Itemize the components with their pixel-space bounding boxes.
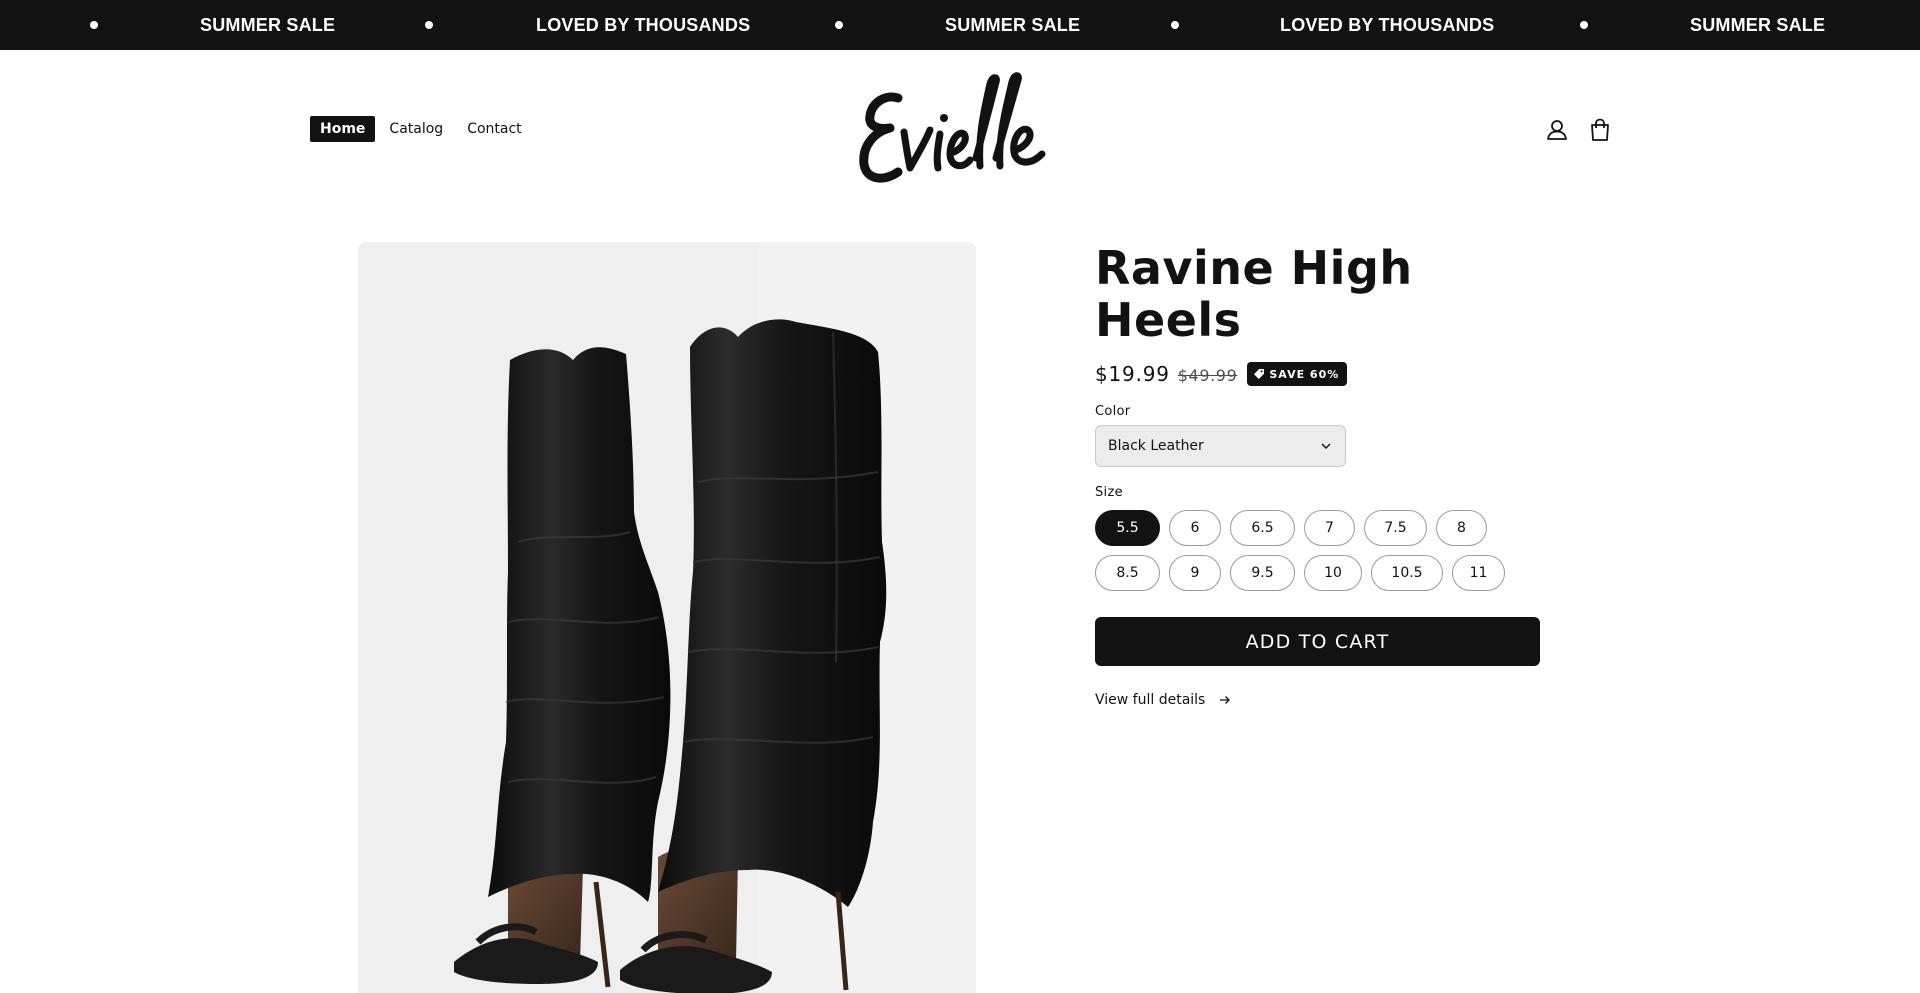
size-option[interactable]: 6.5: [1230, 510, 1295, 546]
bullet-icon: [1580, 21, 1588, 29]
sale-badge: SAVE 60%: [1247, 362, 1348, 386]
product-info: Ravine High Heels $19.99 $49.99 SAVE 60%…: [1095, 242, 1545, 708]
size-option[interactable]: 10.5: [1371, 555, 1443, 591]
tag-icon: [1254, 369, 1265, 379]
bullet-icon: [835, 21, 843, 29]
arrow-right-icon: [1220, 696, 1231, 704]
main-nav: Home Catalog Contact: [310, 116, 536, 142]
boots-illustration: [358, 242, 976, 993]
size-option[interactable]: 6: [1169, 510, 1221, 546]
nav-link-catalog[interactable]: Catalog: [379, 116, 453, 142]
regular-price: $49.99: [1177, 366, 1238, 385]
product-image[interactable]: [358, 242, 976, 993]
site-header: Home Catalog Contact: [0, 50, 1920, 210]
sale-badge-label: SAVE 60%: [1269, 367, 1340, 381]
size-option[interactable]: 7: [1304, 510, 1355, 546]
announcement-item: LOVED BY THOUSANDS: [1280, 15, 1495, 35]
color-select[interactable]: Black Leather: [1095, 425, 1346, 467]
sale-price: $19.99: [1095, 362, 1170, 386]
add-to-cart-button[interactable]: ADD TO CART: [1095, 617, 1540, 666]
nav-link-contact[interactable]: Contact: [457, 116, 531, 142]
color-label: Color: [1095, 404, 1131, 419]
product-title: Ravine High Heels: [1095, 241, 1413, 347]
logo-wordmark: [859, 72, 1046, 183]
size-options: 5.5 6 6.5 7 7.5 8 8.5 9 9.5 10 10.5 11: [1095, 510, 1515, 600]
view-details-link[interactable]: View full details: [1095, 692, 1231, 708]
size-option[interactable]: 8.5: [1095, 555, 1160, 591]
size-option[interactable]: 10: [1304, 555, 1362, 591]
size-option[interactable]: 11: [1452, 555, 1505, 591]
price-row: $19.99 $49.99 SAVE 60%: [1095, 360, 1545, 388]
bullet-icon: [425, 21, 433, 29]
announcement-item: SUMMER SALE: [1690, 15, 1826, 35]
announcement-item: LOVED BY THOUSANDS: [536, 15, 751, 35]
announcement-item: SUMMER SALE: [945, 15, 1081, 35]
size-option[interactable]: 7.5: [1364, 510, 1427, 546]
size-option[interactable]: 8: [1436, 510, 1487, 546]
size-option[interactable]: 9.5: [1230, 555, 1295, 591]
view-details-label: View full details: [1095, 692, 1206, 708]
cart-icon[interactable]: [1586, 116, 1614, 144]
brand-logo[interactable]: [858, 72, 1054, 190]
size-option[interactable]: 5.5: [1095, 510, 1160, 546]
announcement-bar: SUMMER SALE LOVED BY THOUSANDS SUMMER SA…: [0, 0, 1920, 50]
announcement-item: SUMMER SALE: [200, 15, 336, 35]
color-select-value: Black Leather: [1108, 438, 1204, 454]
nav-link-home[interactable]: Home: [310, 116, 376, 142]
bullet-icon: [90, 21, 98, 29]
account-icon[interactable]: [1543, 116, 1571, 144]
bullet-icon: [1171, 21, 1179, 29]
announcement-track: SUMMER SALE LOVED BY THOUSANDS SUMMER SA…: [0, 0, 1920, 50]
size-option[interactable]: 9: [1169, 555, 1221, 591]
chevron-down-icon: [1321, 443, 1331, 449]
size-label: Size: [1095, 485, 1123, 500]
